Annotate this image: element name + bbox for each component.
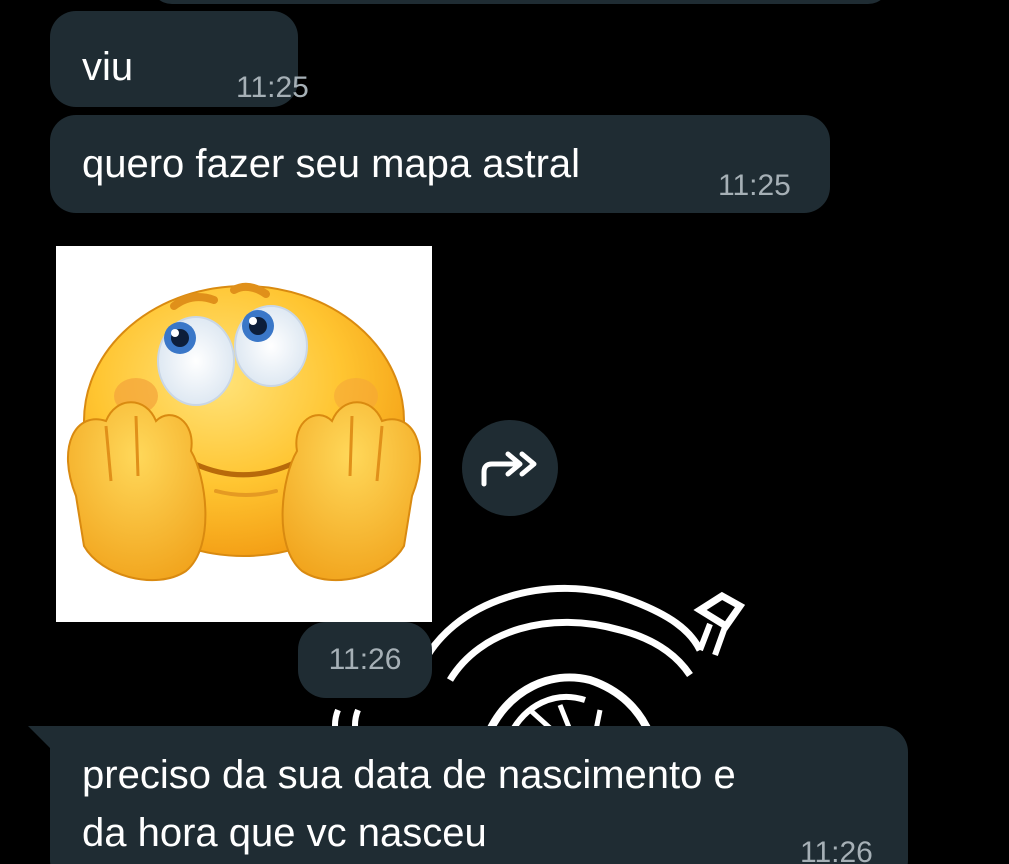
message-text-line: preciso da sua data de nascimento e — [82, 753, 736, 797]
message-timestamp: 11:26 — [800, 836, 873, 864]
message-text-line: da hora que vc nasceu — [82, 811, 487, 855]
message-bubble[interactable]: viu 11:25 — [50, 11, 309, 107]
forward-button[interactable] — [462, 420, 558, 516]
bubble-tail — [28, 726, 52, 750]
forward-double-arrow-icon — [481, 451, 537, 487]
message-bubble[interactable]: preciso da sua data de nascimento e da h… — [28, 726, 908, 864]
message-bubble[interactable]: quero fazer seu mapa astral 11:25 — [50, 115, 830, 213]
chat-area: viu 11:25 quero fazer seu mapa astral 11… — [0, 0, 1009, 864]
message-timestamp: 11:26 — [298, 622, 432, 698]
message-timestamp: 11:25 — [236, 71, 309, 104]
message-text: quero fazer seu mapa astral — [82, 142, 581, 186]
message-text: viu — [82, 45, 134, 89]
message-timestamp: 11:25 — [718, 169, 791, 202]
sticker-image[interactable] — [56, 246, 432, 622]
message-bubble-partial[interactable] — [150, 0, 890, 4]
smiley-dreaming-emoji — [67, 282, 421, 582]
